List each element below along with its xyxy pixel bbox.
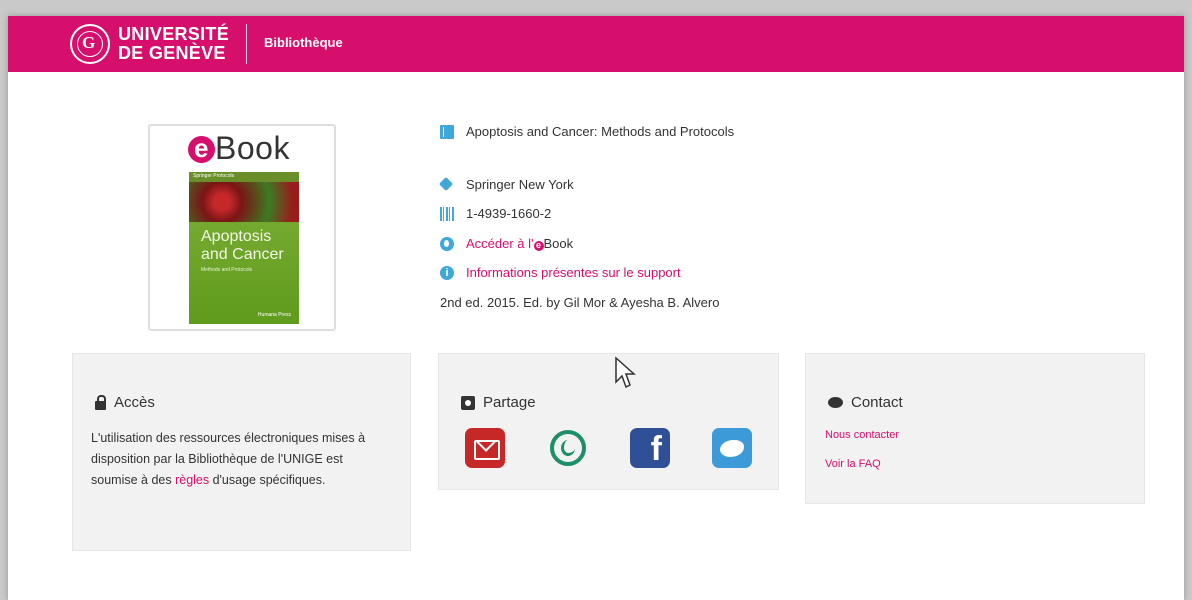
usage-rules-link[interactable]: règles (175, 473, 209, 487)
record-title: Apoptosis and Cancer: Methods and Protoc… (466, 124, 735, 139)
mouse-pointer-icon (615, 356, 636, 389)
section-title[interactable]: Bibliothèque (264, 35, 343, 50)
ebook-e-icon: e (188, 135, 215, 163)
access-card: Accès L'utilisation des ressources élect… (72, 353, 411, 551)
access-ebook-link[interactable]: Accéder à l' e Book (440, 236, 573, 251)
access-card-text: L'utilisation des ressources électroniqu… (91, 428, 381, 491)
faq-link[interactable]: Voir la FAQ (825, 458, 881, 470)
share-icon (461, 395, 475, 410)
book-cover-image: Springer Protocols Apoptosis and Cancer … (189, 172, 299, 324)
globe-icon (440, 236, 454, 251)
support-info-row[interactable]: i Informations présentes sur le support (440, 265, 681, 280)
chat-bubble-icon (828, 397, 843, 408)
cover-publisher: Humana Press (257, 312, 291, 318)
browser-page: G UNIVERSITÉ DE GENÈVE Bibliothèque e Boo… (8, 16, 1184, 600)
book-cover-thumbnail: e Book Springer Protocols Apoptosis and C… (148, 124, 336, 331)
tag-icon (440, 178, 454, 192)
record-publisher-row: Springer New York (440, 177, 574, 192)
cover-title-line2: and Cancer (201, 246, 284, 263)
share-card-header: Partage (461, 394, 536, 411)
small-ebook-e-icon: e (533, 241, 544, 251)
edition-note: 2nd ed. 2015. Ed. by Gil Mor & Ayesha B.… (440, 295, 720, 310)
contact-us-link[interactable]: Nous contacter (825, 429, 899, 441)
access-text-after: d'usage spécifiques. (209, 473, 326, 487)
facebook-icon[interactable]: f (630, 428, 670, 468)
access-ebook-prefix: Accéder à l' (466, 236, 534, 251)
record-publisher: Springer New York (466, 177, 574, 192)
support-info-link[interactable]: Informations présentes sur le support (466, 265, 681, 280)
cover-title: Apoptosis and Cancer (201, 228, 284, 264)
cover-photo (189, 182, 299, 222)
record-title-row: Apoptosis and Cancer: Methods and Protoc… (440, 124, 734, 139)
cover-title-line1: Apoptosis (201, 228, 272, 245)
facebook-glyph: f (650, 430, 662, 468)
share-card: Partage f (438, 353, 779, 490)
contact-card-title: Contact (851, 394, 903, 411)
university-logo[interactable]: G UNIVERSITÉ DE GENÈVE (70, 24, 229, 64)
cover-subtitle: Methods and Protocols (201, 267, 253, 273)
email-icon[interactable] (465, 428, 505, 468)
record-isbn-row: 1-4939-1660-2 (440, 206, 551, 221)
university-name-line2: DE GENÈVE (118, 43, 226, 63)
edition-row: 2nd ed. 2015. Ed. by Gil Mor & Ayesha B.… (440, 295, 719, 310)
share-card-title: Partage (483, 394, 536, 411)
contact-card-header: Contact (828, 394, 903, 411)
access-ebook-label[interactable]: Accéder à l' e Book (466, 236, 573, 251)
access-card-header: Accès (95, 394, 155, 411)
header-bar: G UNIVERSITÉ DE GENÈVE Bibliothèque (8, 16, 1184, 72)
lock-icon (95, 395, 106, 410)
cover-series: Springer Protocols (193, 173, 235, 179)
header-divider (246, 24, 247, 64)
ebook-badge-word: Book (215, 130, 290, 166)
university-seal-icon: G (70, 24, 110, 64)
record-isbn: 1-4939-1660-2 (466, 206, 552, 221)
university-name: UNIVERSITÉ DE GENÈVE (118, 25, 229, 63)
access-card-title: Accès (114, 394, 155, 411)
ebook-badge: e Book (188, 130, 290, 167)
access-ebook-suffix: Book (543, 236, 574, 251)
book-icon (440, 124, 454, 139)
info-icon: i (440, 265, 454, 280)
twitter-icon[interactable] (712, 428, 752, 468)
contact-card: Contact Nous contacter Voir la FAQ (805, 353, 1145, 504)
whatsapp-icon[interactable] (548, 428, 588, 468)
university-name-line1: UNIVERSITÉ (118, 24, 230, 44)
barcode-icon (440, 206, 454, 221)
